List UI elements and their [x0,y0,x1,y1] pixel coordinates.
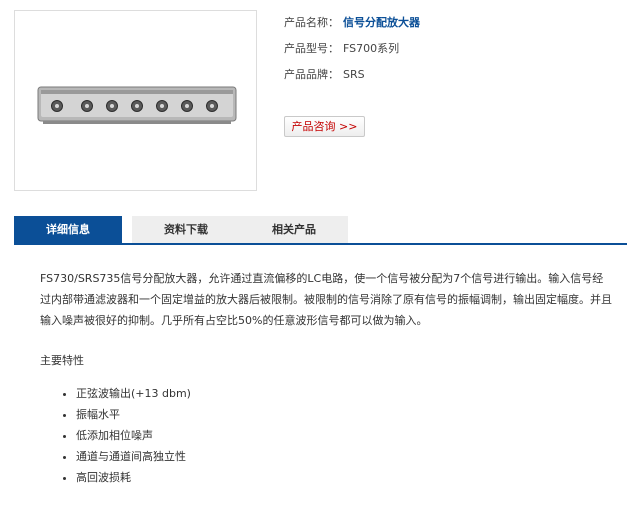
product-device-illustration [37,86,237,124]
product-model-row: 产品型号： FS700系列 [284,38,420,64]
product-name-row: 产品名称： 信号分配放大器 [284,12,420,38]
list-item: 正弦波输出(+13 dbm) [76,383,191,404]
product-brand-label: 产品品牌： [284,68,339,81]
features-title: 主要特性 [40,354,84,367]
product-name: 信号分配放大器 [343,16,420,29]
tab-details[interactable]: 详细信息 [14,216,122,243]
product-brand-row: 产品品牌： SRS [284,64,420,90]
list-item: 通道与通道间高独立性 [76,446,191,467]
product-description: FS730/SRS735信号分配放大器，允许通过直流偏移的LC电路，使一个信号被… [40,272,612,327]
list-item: 振幅水平 [76,404,191,425]
tab-downloads[interactable]: 资料下载 [132,216,240,243]
product-model-label: 产品型号： [284,42,339,55]
product-name-label: 产品名称： [284,16,339,29]
features-list: 正弦波输出(+13 dbm) 振幅水平 低添加相位噪声 通道与通道间高独立性 高… [60,383,191,488]
product-image [14,10,257,191]
product-brand: SRS [343,68,365,81]
consult-button[interactable]: 产品咨询 >> [284,116,365,137]
list-item: 低添加相位噪声 [76,425,191,446]
tab-bar: 详细信息 资料下载 相关产品 [14,216,627,245]
list-item: 高回波损耗 [76,467,191,488]
product-info: 产品名称： 信号分配放大器 产品型号： FS700系列 产品品牌： SRS [284,12,420,90]
product-model: FS700系列 [343,42,400,55]
tab-related-products[interactable]: 相关产品 [240,216,348,243]
